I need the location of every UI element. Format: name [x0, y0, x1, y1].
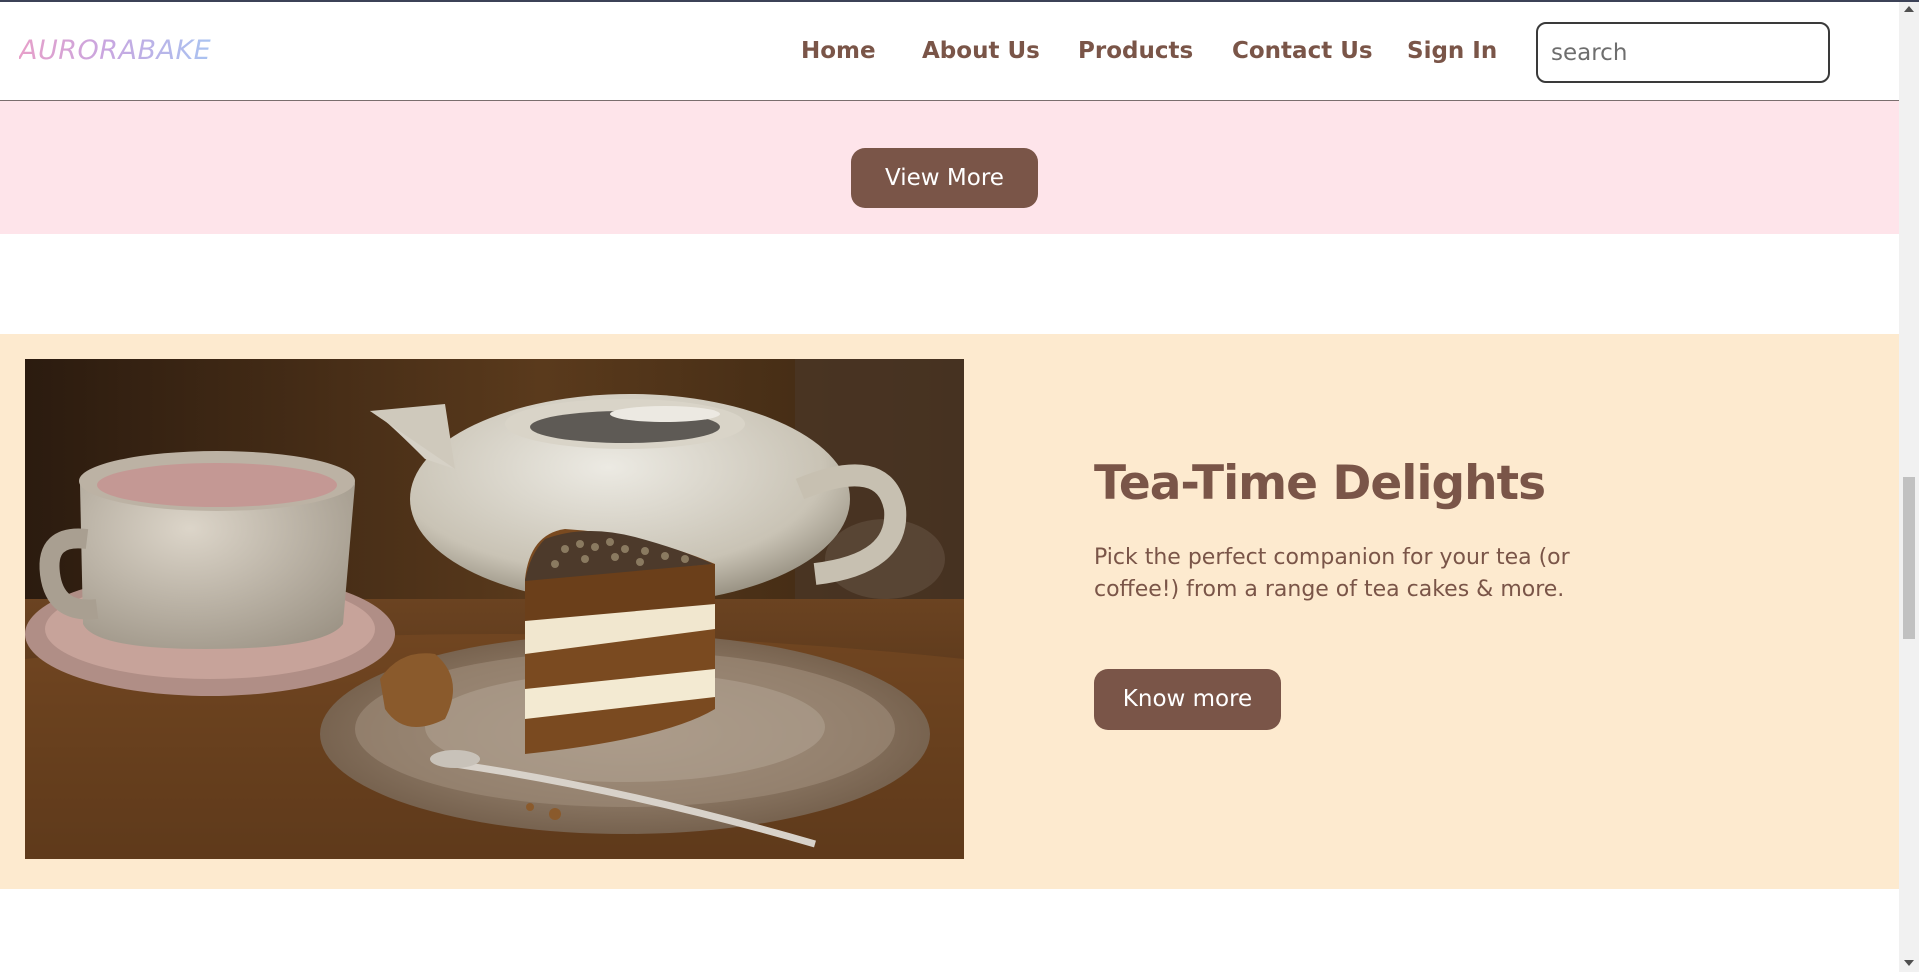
nav-home-link[interactable]: Home: [801, 38, 876, 64]
tea-time-section: Tea-Time Delights Pick the perfect compa…: [0, 334, 1899, 889]
scrollbar-thumb[interactable]: [1903, 477, 1915, 639]
cake-and-teapot-photo: [25, 359, 964, 859]
scroll-up-arrow-icon[interactable]: [1904, 6, 1914, 12]
section-title: Tea-Time Delights: [1094, 456, 1546, 511]
brand-logo[interactable]: AURORABAKE: [19, 35, 211, 66]
nav-about-link[interactable]: About Us: [922, 38, 1040, 64]
vertical-scrollbar[interactable]: [1899, 2, 1919, 972]
search-input[interactable]: [1536, 22, 1830, 83]
scroll-down-arrow-icon[interactable]: [1904, 960, 1914, 966]
navbar: AURORABAKE Home About Us Products Contac…: [0, 2, 1899, 101]
page-viewport: AURORABAKE Home About Us Products Contac…: [0, 2, 1899, 972]
view-more-button[interactable]: View More: [851, 148, 1038, 208]
section-description: Pick the perfect companion for your tea …: [1094, 545, 1570, 602]
promo-band: View More: [0, 101, 1899, 234]
nav-products-link[interactable]: Products: [1078, 38, 1193, 64]
know-more-button[interactable]: Know more: [1094, 669, 1281, 730]
nav-signin-link[interactable]: Sign In: [1407, 38, 1497, 64]
nav-contact-link[interactable]: Contact Us: [1232, 38, 1373, 64]
